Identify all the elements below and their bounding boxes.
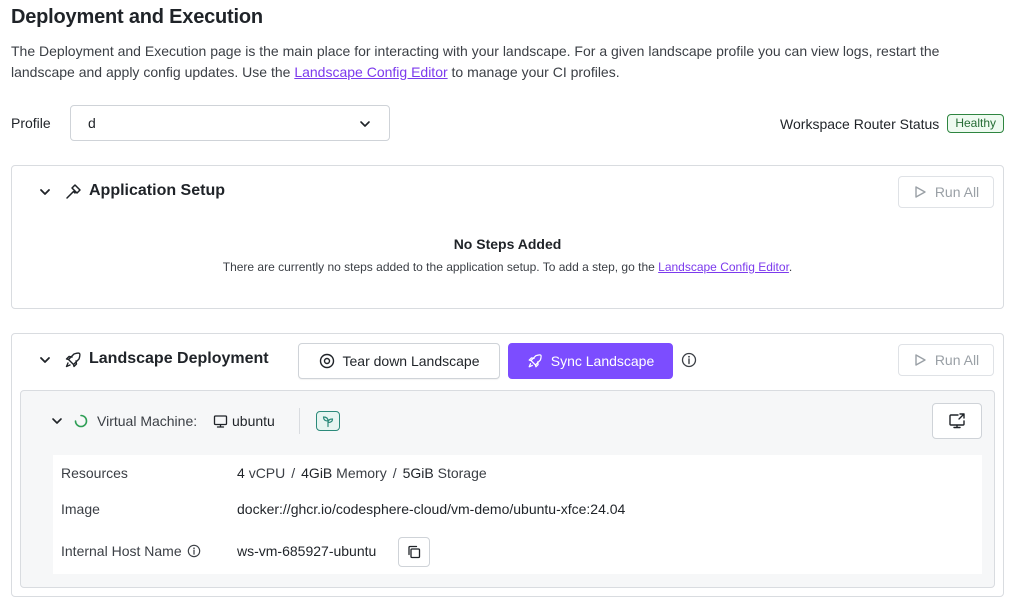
- virtual-machine-panel: Virtual Machine: ubuntu Resources 4 vCPU…: [20, 390, 995, 588]
- virtual-machine-details: Resources 4 vCPU/4GiB Memory/5GiB Storag…: [53, 455, 982, 574]
- profile-row: Profile d Workspace Router Status Health…: [11, 105, 1004, 141]
- chevron-down-icon[interactable]: [38, 185, 52, 199]
- landscape-deployment-title: Landscape Deployment: [89, 350, 269, 367]
- empty-state-description: There are currently no steps added to th…: [222, 260, 793, 274]
- application-setup-title: Application Setup: [89, 182, 225, 199]
- rocket-icon: [65, 352, 81, 368]
- page-title: Deployment and Execution: [11, 6, 263, 28]
- copy-host-name-button[interactable]: [398, 537, 430, 567]
- empty-state-title: No Steps Added: [453, 236, 562, 252]
- monitor-icon: [213, 415, 228, 428]
- rocket-icon: [528, 354, 542, 368]
- image-label: Image: [61, 501, 100, 517]
- virtual-machine-label: Virtual Machine:: [97, 413, 198, 429]
- host-name-label: Internal Host Name: [61, 543, 201, 559]
- profile-label: Profile: [11, 115, 51, 131]
- open-remote-desktop-button[interactable]: [932, 403, 982, 439]
- profile-select[interactable]: d: [70, 105, 390, 141]
- profile-selected-value: d: [88, 115, 96, 131]
- image-value: docker://ghcr.io/codesphere-cloud/vm-dem…: [237, 501, 626, 517]
- landscape-deployment-card: Landscape Deployment Tear down Landscape…: [11, 333, 1004, 597]
- play-icon: [915, 354, 926, 366]
- deployment-page: Deployment and Execution The Deployment …: [0, 0, 1020, 604]
- play-icon: [915, 186, 926, 198]
- chevron-down-icon: [360, 121, 370, 127]
- landscape-deployment-header: Landscape Deployment Tear down Landscape…: [12, 334, 1003, 388]
- application-setup-header: Application Setup Run All: [12, 166, 1003, 220]
- info-icon[interactable]: [681, 352, 697, 368]
- application-setup-card: Application Setup Run All No Steps Added…: [11, 165, 1004, 309]
- sync-landscape-button[interactable]: Sync Landscape: [508, 343, 673, 379]
- resources-row: Resources 4 vCPU/4GiB Memory/5GiB Storag…: [53, 457, 982, 487]
- sprout-tag[interactable]: [316, 411, 340, 431]
- run-all-button[interactable]: Run All: [898, 176, 994, 208]
- screen-share-icon: [949, 413, 965, 429]
- sprout-icon: [322, 416, 334, 428]
- workspace-router-label: Workspace Router Status: [780, 115, 940, 132]
- stop-circle-icon: [319, 353, 334, 369]
- run-all-button[interactable]: Run All: [898, 344, 994, 376]
- status-badge: Healthy: [947, 114, 1004, 133]
- virtual-machine-name: ubuntu: [232, 413, 275, 429]
- landscape-config-editor-link[interactable]: Landscape Config Editor: [658, 260, 789, 274]
- resources-value: 4 vCPU/4GiB Memory/5GiB Storage: [237, 465, 487, 481]
- image-row: Image docker://ghcr.io/codesphere-cloud/…: [53, 493, 982, 523]
- chevron-down-icon[interactable]: [38, 353, 52, 367]
- resources-label: Resources: [61, 465, 128, 481]
- page-description: The Deployment and Execution page is the…: [11, 43, 940, 80]
- chevron-down-icon[interactable]: [51, 415, 63, 427]
- tear-down-landscape-button[interactable]: Tear down Landscape: [298, 343, 500, 379]
- loading-spinner-icon: [74, 414, 88, 428]
- host-name-value: ws-vm-685927-ubuntu: [237, 543, 377, 559]
- hammer-icon: [66, 184, 81, 199]
- copy-icon: [408, 545, 421, 559]
- info-icon[interactable]: [187, 544, 201, 558]
- workspace-router-status: Workspace Router Status Healthy: [780, 114, 1004, 133]
- landscape-config-editor-link[interactable]: Landscape Config Editor: [294, 64, 447, 80]
- host-name-row: Internal Host Name ws-vm-685927-ubuntu: [53, 535, 982, 571]
- virtual-machine-header: Virtual Machine: ubuntu: [21, 391, 994, 451]
- divider: [299, 408, 300, 434]
